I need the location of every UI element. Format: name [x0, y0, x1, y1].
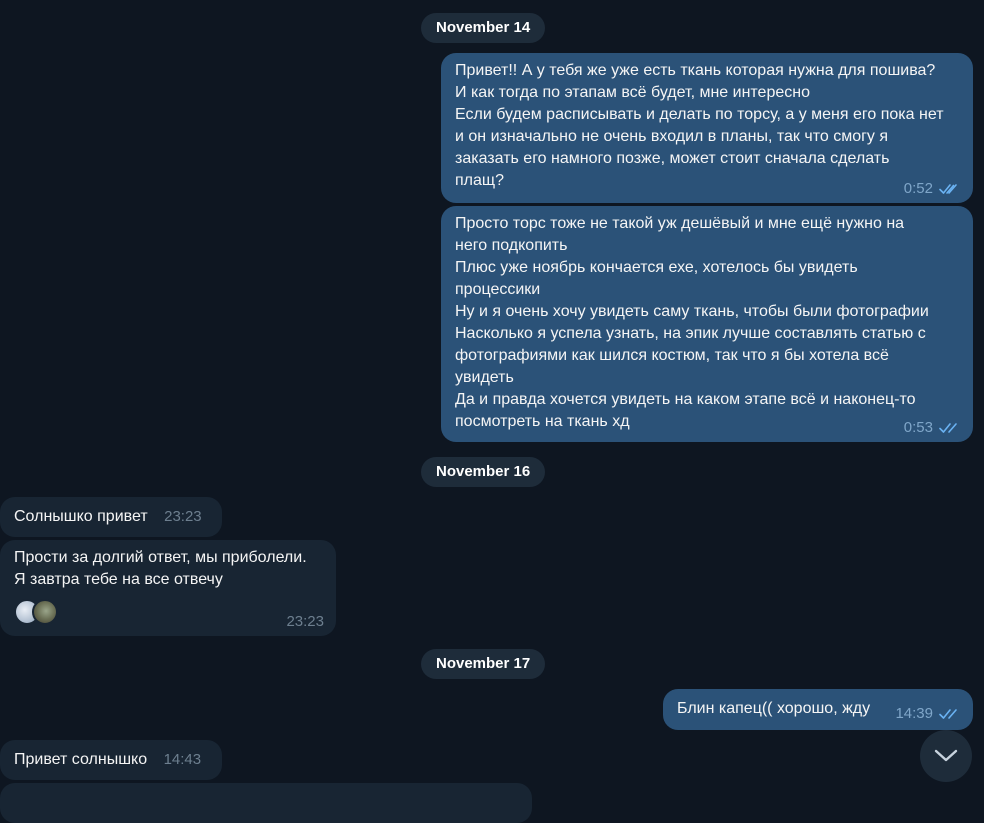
double-check-icon [939, 184, 957, 194]
message-outgoing[interactable]: Блин капец(( хорошо, жду 14:39 [663, 689, 973, 730]
date-label: November 16 [436, 463, 531, 480]
message-time: 14:39 [895, 705, 933, 722]
message-time: 0:53 [903, 419, 933, 436]
avatar [32, 599, 58, 625]
message-outgoing[interactable]: Привет!! А у тебя же уже есть ткань кото… [441, 53, 973, 203]
reaction-avatars[interactable] [14, 599, 322, 625]
date-label: November 14 [436, 19, 531, 36]
message-time: 14:43 [163, 751, 202, 768]
message-text: Привет солнышко [14, 751, 148, 768]
date-separator: November 14 [421, 13, 546, 43]
message-meta: 14:39 [895, 705, 961, 723]
date-label: November 17 [436, 655, 531, 672]
message-incoming[interactable]: Прости за долгий ответ, мы приболели. Я … [0, 540, 336, 636]
date-separator: November 17 [421, 649, 546, 679]
message-incoming-partial[interactable] [0, 783, 532, 823]
message-text: Блин капец(( хорошо, жду [677, 700, 871, 717]
message-text: Привет!! А у тебя же уже есть ткань кото… [455, 62, 944, 189]
message-time: 23:23 [164, 508, 202, 525]
message-meta: 0:53 [904, 419, 961, 437]
chevron-down-icon [934, 749, 958, 762]
date-separator: November 16 [421, 457, 546, 487]
message-text: Солнышко привет [14, 508, 148, 525]
message-incoming[interactable]: Солнышко привет 23:23 [0, 497, 222, 537]
double-check-icon [939, 423, 957, 433]
message-time: 23:23 [286, 613, 324, 630]
message-meta: 23:23 [286, 613, 324, 631]
message-incoming[interactable]: Привет солнышко 14:43 [0, 740, 222, 780]
message-meta: 0:52 [904, 180, 961, 198]
double-check-icon [939, 709, 957, 719]
message-text: Прости за долгий ответ, мы приболели. Я … [14, 549, 307, 588]
message-text: Просто торс тоже не такой уж дешёвый и м… [455, 215, 929, 430]
message-outgoing[interactable]: Просто торс тоже не такой уж дешёвый и м… [441, 206, 973, 442]
message-time: 0:52 [903, 180, 933, 197]
scroll-down-button[interactable] [920, 730, 972, 782]
